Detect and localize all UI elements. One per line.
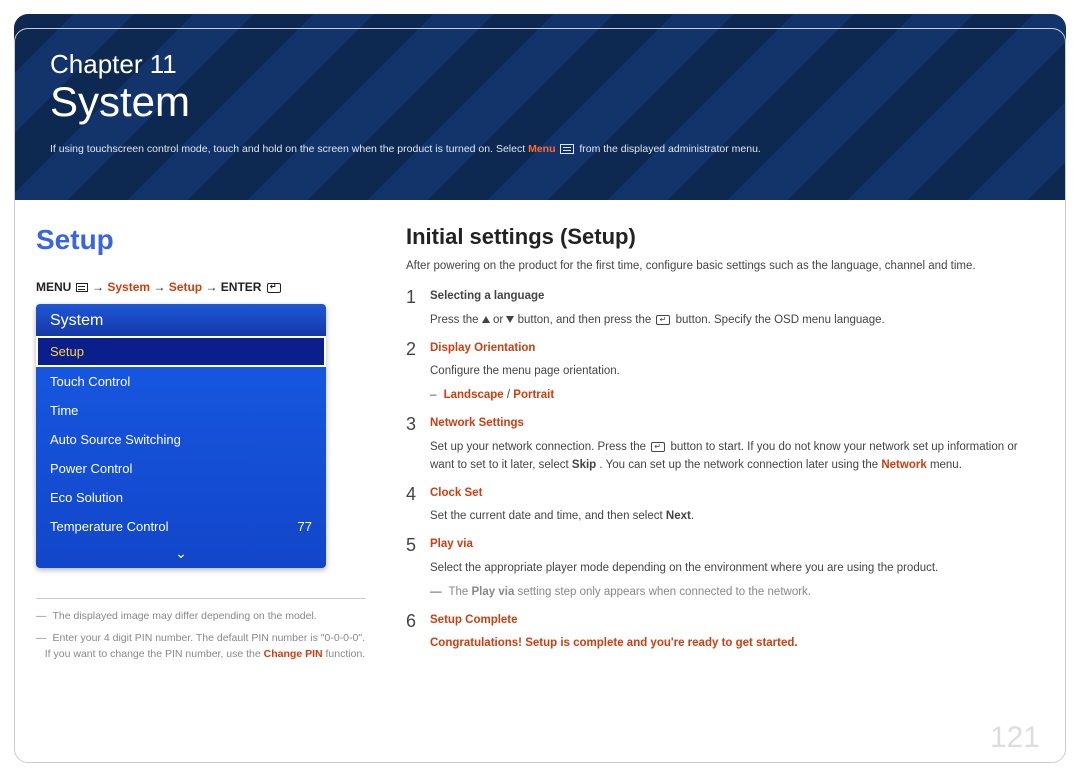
t: or — [493, 314, 506, 326]
osd-item-touch-control[interactable]: Touch Control — [36, 367, 326, 396]
step-num: 2 — [406, 340, 430, 405]
step-2: 2 Display Orientation Configure the menu… — [406, 340, 1044, 405]
chevron-down-icon[interactable]: ⌄ — [36, 541, 326, 568]
step-1: 1 Selecting a language Press the or butt… — [406, 288, 1044, 330]
chapter-label: Chapter 11 — [50, 50, 1030, 79]
bc-arrow: → — [153, 280, 165, 294]
chapter-title: System — [50, 81, 1030, 123]
step-2-sub: ‒ Landscape / Portrait — [430, 387, 1044, 405]
step-num: 5 — [406, 536, 430, 601]
t: menu. — [930, 459, 962, 471]
t: Skip — [572, 459, 596, 471]
step-6-body: Congratulations! Setup is complete and y… — [430, 635, 1044, 653]
t: The — [449, 586, 472, 598]
bc-arrow: → — [92, 280, 104, 294]
opt-portrait: Portrait — [513, 389, 554, 401]
osd-item-label: Time — [50, 403, 78, 418]
steps-list: 1 Selecting a language Press the or butt… — [406, 288, 1044, 653]
t: . You can set up the network connection … — [599, 459, 881, 471]
step-5-sub: ― The Play via setting step only appears… — [430, 584, 1044, 602]
step-4: 4 Clock Set Set the current date and tim… — [406, 485, 1044, 527]
osd-menu: System Setup Touch Control Time Auto Sou… — [36, 304, 326, 568]
breadcrumb: MENU → System → Setup → ENTER — [36, 280, 366, 294]
step-4-body: Set the current date and time, and then … — [430, 508, 1044, 526]
footnote-2: ―Enter your 4 digit PIN number. The defa… — [36, 631, 366, 663]
footnote-1-text: The displayed image may differ depending… — [53, 610, 317, 622]
bc-enter: ENTER — [221, 280, 262, 294]
intro-pre: If using touchscreen control mode, touch… — [50, 143, 528, 155]
osd-item-label: Temperature Control — [50, 519, 169, 534]
chapter-banner: Chapter 11 System If using touchscreen c… — [14, 14, 1066, 200]
step-3-title: Network Settings — [430, 415, 1044, 433]
bc-setup: Setup — [169, 280, 202, 294]
page-number: 121 — [990, 721, 1040, 755]
step-num: 6 — [406, 612, 430, 654]
osd-item-time[interactable]: Time — [36, 396, 326, 425]
footnote-1: ―The displayed image may differ dependin… — [36, 609, 366, 625]
footnote-2b-post: function. — [323, 648, 366, 660]
t: Set up your network connection. Press th… — [430, 441, 649, 453]
opt-landscape: Landscape — [444, 389, 504, 401]
step-3-body: Set up your network connection. Press th… — [430, 439, 1044, 475]
osd-item-setup[interactable]: Setup — [36, 336, 326, 367]
setup-heading: Setup — [36, 224, 366, 256]
step-num: 4 — [406, 485, 430, 527]
footnote-2a-text: Enter your 4 digit PIN number. The defau… — [53, 632, 366, 644]
osd-body: Setup Touch Control Time Auto Source Swi… — [36, 336, 326, 568]
triangle-up-icon — [482, 316, 490, 323]
osd-item-label: Touch Control — [50, 374, 130, 389]
t: button. Specify the OSD menu language. — [676, 314, 885, 326]
t: Set the current date and time, and then … — [430, 510, 666, 522]
osd-title: System — [36, 304, 326, 336]
step-2-body: Configure the menu page orientation. — [430, 363, 1044, 381]
initial-settings-intro: After powering on the product for the fi… — [406, 260, 1044, 272]
t: Next — [666, 510, 691, 522]
banner-intro: If using touchscreen control mode, touch… — [50, 143, 1030, 155]
step-1-title: Selecting a language — [430, 288, 1044, 306]
osd-item-value: 77 — [298, 519, 312, 534]
step-2-title: Display Orientation — [430, 340, 1044, 358]
bc-system: System — [107, 280, 150, 294]
osd-item-label: Eco Solution — [50, 490, 123, 505]
enter-icon — [267, 283, 281, 293]
t: / — [504, 389, 514, 401]
menu-icon — [76, 283, 88, 292]
step-1-body: Press the or button, and then press the … — [430, 312, 1044, 330]
initial-settings-heading: Initial settings (Setup) — [406, 224, 1044, 250]
osd-item-label: Setup — [50, 344, 84, 359]
step-5-title: Play via — [430, 536, 1044, 554]
step-num: 1 — [406, 288, 430, 330]
t: setting step only appears when connected… — [514, 586, 811, 598]
enter-icon — [651, 442, 665, 452]
divider — [36, 598, 366, 599]
step-6: 6 Setup Complete Congratulations! Setup … — [406, 612, 1044, 654]
enter-icon — [656, 315, 670, 325]
osd-item-label: Auto Source Switching — [50, 432, 181, 447]
t: Network — [881, 459, 926, 471]
step-num: 3 — [406, 415, 430, 474]
step-5: 5 Play via Select the appropriate player… — [406, 536, 1044, 601]
step-6-title: Setup Complete — [430, 612, 1044, 630]
step-5-body: Select the appropriate player mode depen… — [430, 560, 1044, 578]
t: button, and then press the — [518, 314, 655, 326]
footnote-2b-pre: If you want to change the PIN number, us… — [45, 648, 264, 660]
step-4-title: Clock Set — [430, 485, 1044, 503]
osd-item-power-control[interactable]: Power Control — [36, 454, 326, 483]
t: . — [691, 510, 694, 522]
osd-item-eco-solution[interactable]: Eco Solution — [36, 483, 326, 512]
osd-item-temperature-control[interactable]: Temperature Control 77 — [36, 512, 326, 541]
t: Press the — [430, 314, 482, 326]
intro-menu-word: Menu — [528, 143, 555, 155]
osd-item-label: Power Control — [50, 461, 132, 476]
triangle-down-icon — [506, 316, 514, 323]
intro-post: from the displayed administrator menu. — [579, 143, 761, 155]
bc-arrow: → — [205, 280, 217, 294]
bc-menu: MENU — [36, 280, 71, 294]
footnote-2b-hl: Change PIN — [264, 648, 323, 660]
t: Play via — [472, 586, 515, 598]
menu-icon — [560, 144, 574, 154]
step-3: 3 Network Settings Set up your network c… — [406, 415, 1044, 474]
osd-item-auto-source-switching[interactable]: Auto Source Switching — [36, 425, 326, 454]
